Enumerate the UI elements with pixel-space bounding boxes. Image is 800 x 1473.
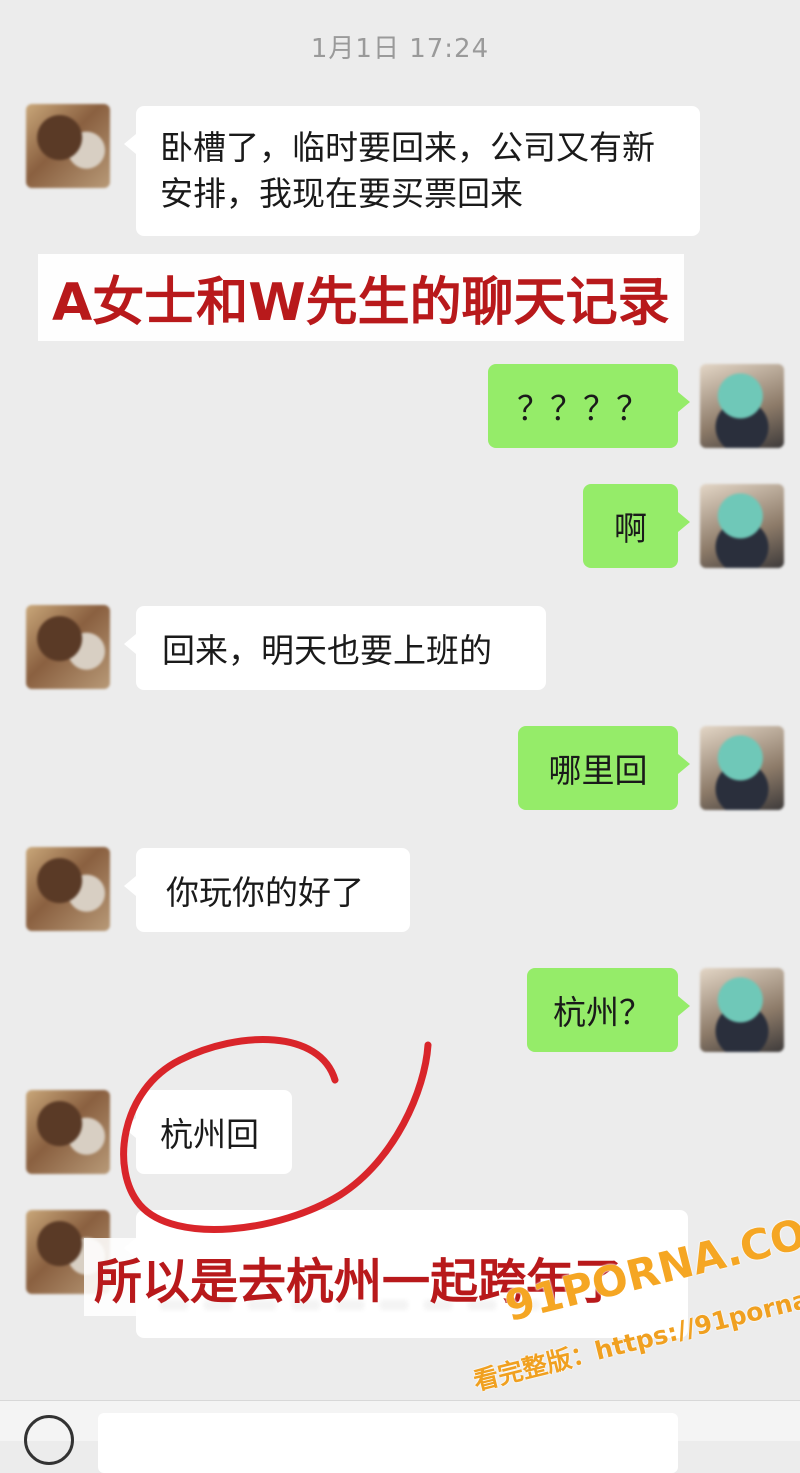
input-bar (0, 1400, 800, 1473)
voice-icon[interactable] (24, 1415, 74, 1465)
message-input[interactable] (98, 1413, 678, 1473)
red-circle-annotation (120, 1036, 432, 1233)
